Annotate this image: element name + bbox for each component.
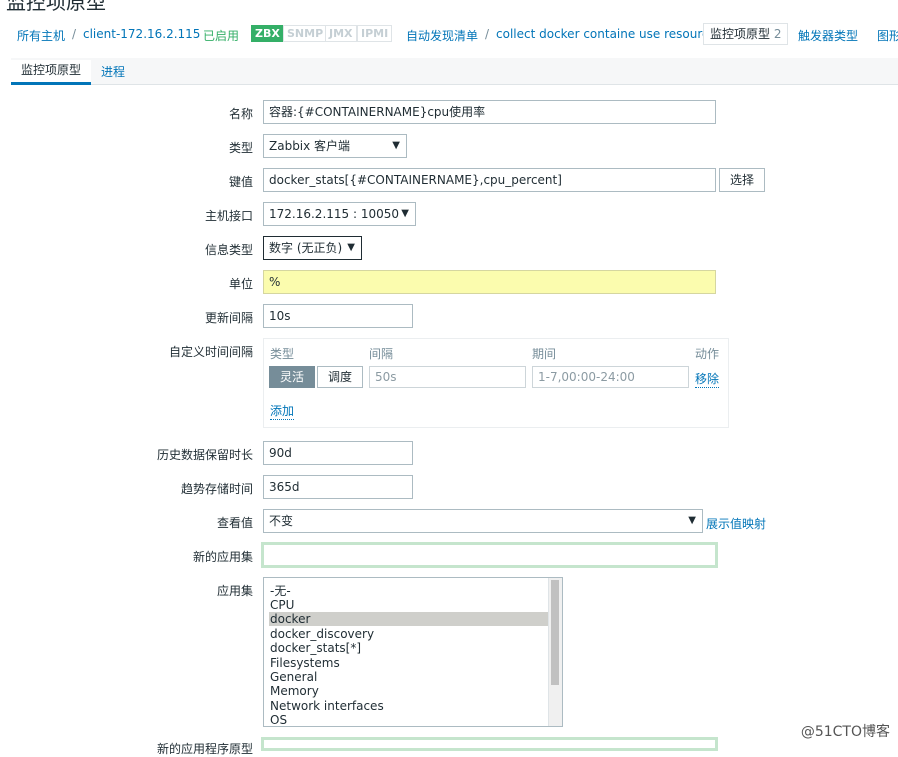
custom-intervals-label: 自定义时间间隔 (168, 345, 253, 359)
info-type-select[interactable]: 数字 (无正负) ▼ (263, 236, 362, 260)
history-label: 历史数据保留时长 (156, 448, 253, 462)
page-title: 监控项原型 (6, 0, 106, 14)
breadcrumb-item-prototypes[interactable]: 监控项原型 2 (703, 23, 789, 45)
list-item[interactable]: General (269, 670, 550, 684)
type-select-value: Zabbix 客户端 (269, 139, 351, 153)
list-item[interactable]: docker_discovery (269, 627, 550, 641)
watermark: @51CTO博客 (800, 724, 890, 740)
units-input[interactable]: % (263, 270, 716, 294)
show-value-mappings-link[interactable]: 展示值映射 (706, 515, 766, 532)
tab-process[interactable]: 进程 (91, 62, 135, 82)
name-label: 名称 (228, 107, 253, 121)
units-label: 单位 (228, 277, 253, 291)
type-label: 类型 (228, 141, 253, 155)
ipmi-availability-badge: IPMI (357, 25, 393, 42)
show-value-label: 查看值 (216, 516, 253, 530)
applications-listbox[interactable]: -无- CPU docker docker_discovery docker_s… (263, 577, 563, 727)
list-item[interactable]: Memory (269, 684, 550, 698)
chevron-down-icon: ▼ (347, 242, 355, 253)
breadcrumb-separator: / (485, 27, 490, 41)
type-select[interactable]: Zabbix 客户端 ▼ (263, 134, 407, 158)
breadcrumb: 所有主机 / client-172.16.2.115 已启用 ZBX SNMP … (0, 22, 898, 46)
breadcrumb-host[interactable]: client-172.16.2.115 (83, 27, 200, 41)
list-item[interactable]: OS (269, 713, 550, 726)
interval-input[interactable]: 50s (369, 366, 526, 388)
update-interval-input[interactable]: 10s (263, 304, 413, 328)
tab-item-prototype[interactable]: 监控项原型 (11, 60, 92, 85)
host-status-enabled[interactable]: 已启用 (203, 27, 239, 44)
breadcrumb-all-hosts[interactable]: 所有主机 (17, 27, 65, 44)
trends-label: 趋势存储时间 (180, 482, 253, 496)
breadcrumb-separator: / (72, 27, 77, 41)
trends-input[interactable]: 365d (263, 475, 413, 499)
key-label: 键值 (228, 175, 253, 189)
host-interface-select[interactable]: 172.16.2.115 : 10050 ▼ (263, 202, 416, 226)
col-type-header: 类型 (270, 347, 295, 361)
new-application-label: 新的应用集 (192, 550, 253, 564)
add-interval-link[interactable]: 添加 (270, 402, 295, 420)
listbox-scrollbar[interactable] (548, 578, 562, 726)
breadcrumb-discovery-list[interactable]: 自动发现清单 (406, 27, 478, 44)
chevron-down-icon: ▼ (688, 515, 696, 526)
update-interval-label: 更新间隔 (204, 311, 253, 325)
list-item[interactable]: -无- (269, 584, 550, 598)
jmx-availability-badge: JMX (325, 25, 357, 42)
scheduling-toggle[interactable]: 调度 (317, 366, 364, 388)
col-period-header: 期间 (532, 347, 557, 361)
item-prototypes-count: 2 (773, 27, 782, 41)
interface-label: 主机接口 (204, 209, 253, 223)
list-item-selected[interactable]: docker (269, 612, 550, 626)
info-type-value: 数字 (无正负) (269, 241, 343, 255)
scrollbar-thumb[interactable] (551, 580, 559, 685)
show-value-select[interactable]: 不变 ▼ (263, 509, 703, 533)
custom-intervals-table: 类型 间隔 期间 动作 灵活 调度 50s 1-7,00:00-24:00 移除… (263, 338, 729, 428)
list-item[interactable]: Filesystems (269, 656, 550, 670)
history-input[interactable]: 90d (263, 441, 413, 465)
new-application-input[interactable] (261, 542, 718, 568)
item-prototypes-label: 监控项原型 (710, 27, 771, 41)
host-interface-value: 172.16.2.115 : 10050 (269, 207, 400, 221)
key-input[interactable]: docker_stats[{#CONTAINERNAME},cpu_percen… (263, 168, 716, 192)
show-value-value: 不变 (269, 514, 294, 528)
breadcrumb-graphs[interactable]: 图形 (877, 27, 898, 44)
flexible-toggle[interactable]: 灵活 (269, 366, 316, 388)
list-item[interactable]: CPU (269, 598, 550, 612)
name-input[interactable]: 容器:{#CONTAINERNAME}cpu使用率 (263, 100, 716, 124)
key-select-button[interactable]: 选择 (719, 168, 766, 192)
col-action-header: 动作 (695, 347, 720, 361)
breadcrumb-discovery-rule[interactable]: collect docker containe use resource (496, 27, 716, 41)
form-tabs: 监控项原型 进程 (11, 58, 898, 85)
info-type-label: 信息类型 (204, 243, 253, 257)
applications-label: 应用集 (216, 584, 253, 598)
col-interval-header: 间隔 (369, 347, 394, 361)
snmp-availability-badge: SNMP (283, 25, 328, 42)
remove-interval-link[interactable]: 移除 (695, 370, 720, 388)
breadcrumb-trigger-types[interactable]: 触发器类型 (798, 27, 858, 44)
chevron-down-icon: ▼ (392, 140, 400, 151)
zbx-availability-badge: ZBX (251, 25, 284, 42)
chevron-down-icon: ▼ (401, 208, 409, 219)
list-item[interactable]: docker_stats[*] (269, 641, 550, 655)
list-item[interactable]: Network interfaces (269, 699, 550, 713)
period-input[interactable]: 1-7,00:00-24:00 (532, 366, 689, 388)
